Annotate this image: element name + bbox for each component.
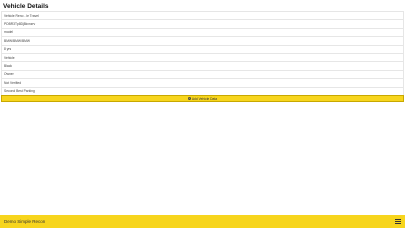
- list-item: Black: [2, 62, 403, 71]
- add-vehicle-data-label: Add Vehicle Data: [191, 96, 218, 101]
- list-item: PDBR3Tp8Dj8kxnzrv: [2, 20, 403, 29]
- list-item: Owner: [2, 71, 403, 80]
- list-item: Vehicle Reno - le Travel: [2, 12, 403, 21]
- list-item: Not Verified: [2, 79, 403, 88]
- app-footer: Demo Simple Recon: [0, 215, 405, 228]
- list-item: 8 yrs: [2, 46, 403, 54]
- page-title: Vehicle Details: [3, 3, 49, 10]
- plus-circle-icon: +: [187, 96, 191, 100]
- grid-menu-icon[interactable]: [395, 218, 401, 225]
- list-item: BMW/BMW/BMW: [2, 37, 403, 46]
- footer-title: Demo Simple Recon: [4, 219, 46, 224]
- list-item: Vehicle: [2, 54, 403, 63]
- list-item: model: [2, 29, 403, 38]
- vehicle-details-list: Vehicle Reno - le Travel PDBR3Tp8Dj8kxnz…: [1, 11, 404, 96]
- add-vehicle-data-button[interactable]: + Add Vehicle Data: [1, 95, 404, 102]
- vehicle-details-page: Vehicle Details Vehicle Reno - le Travel…: [0, 0, 405, 228]
